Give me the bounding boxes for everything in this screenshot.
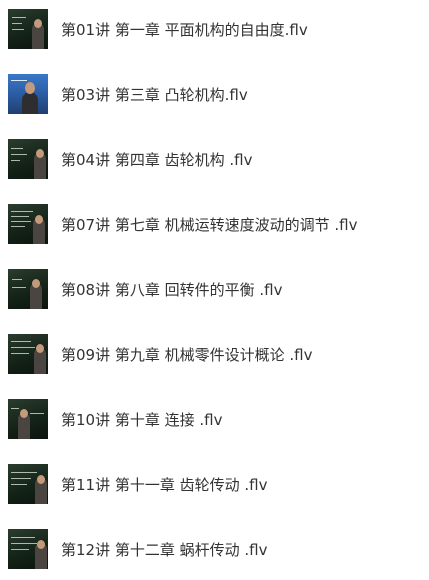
lecture-video-thumbnail-icon [8, 139, 48, 179]
video-file-item[interactable]: 第07讲 第七章 机械运转速度波动的调节 .flv [0, 201, 429, 249]
video-file-name: 第03讲 第三章 凸轮机构.flv [61, 86, 248, 104]
video-file-item[interactable]: 第10讲 第十章 连接 .flv [0, 396, 429, 444]
lecture-video-thumbnail-icon [8, 399, 48, 439]
lecture-video-thumbnail-icon [8, 269, 48, 309]
video-file-item[interactable]: 第04讲 第四章 齿轮机构 .flv [0, 136, 429, 184]
video-file-name: 第01讲 第一章 平面机构的自由度.flv [61, 21, 308, 39]
lecture-video-thumbnail-icon [8, 529, 48, 569]
lecture-video-thumbnail-icon [8, 464, 48, 504]
video-file-item[interactable]: 第08讲 第八章 回转件的平衡 .flv [0, 266, 429, 314]
video-file-name: 第08讲 第八章 回转件的平衡 .flv [61, 281, 283, 299]
video-file-name: 第07讲 第七章 机械运转速度波动的调节 .flv [61, 216, 358, 234]
video-file-item[interactable]: 第12讲 第十二章 蜗杆传动 .flv [0, 526, 429, 574]
lecture-video-thumbnail-icon [8, 74, 48, 114]
video-file-name: 第11讲 第十一章 齿轮传动 .flv [61, 476, 268, 494]
video-file-name: 第12讲 第十二章 蜗杆传动 .flv [61, 541, 268, 559]
video-file-name: 第04讲 第四章 齿轮机构 .flv [61, 151, 253, 169]
lecture-video-thumbnail-icon [8, 334, 48, 374]
video-file-item[interactable]: 第09讲 第九章 机械零件设计概论 .flv [0, 331, 429, 379]
video-file-name: 第09讲 第九章 机械零件设计概论 .flv [61, 346, 313, 364]
video-file-item[interactable]: 第11讲 第十一章 齿轮传动 .flv [0, 461, 429, 509]
lecture-video-thumbnail-icon [8, 9, 48, 49]
video-file-item[interactable]: 第01讲 第一章 平面机构的自由度.flv [0, 6, 429, 54]
video-file-list: 第01讲 第一章 平面机构的自由度.flv 第03讲 第三章 凸轮机构.flv … [0, 0, 429, 580]
lecture-video-thumbnail-icon [8, 204, 48, 244]
video-file-name: 第10讲 第十章 连接 .flv [61, 411, 223, 429]
video-file-item[interactable]: 第03讲 第三章 凸轮机构.flv [0, 71, 429, 119]
